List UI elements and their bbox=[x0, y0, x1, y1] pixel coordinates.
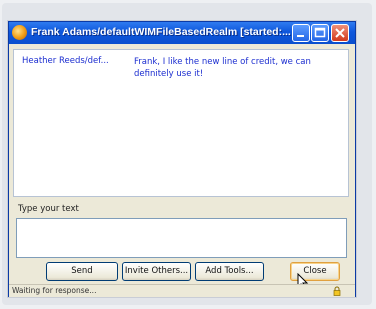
message-text: Frank, I like the new line of credit, we… bbox=[134, 57, 311, 79]
status-text: Waiting for response... bbox=[12, 286, 97, 295]
chat-window: Frank Adams/defaultWIMFileBasedRealm [st… bbox=[8, 21, 356, 297]
message-sender: Heather Reeds/def... bbox=[22, 56, 109, 66]
message-input[interactable] bbox=[16, 218, 347, 258]
title-bar[interactable]: Frank Adams/defaultWIMFileBasedRealm [st… bbox=[9, 22, 355, 44]
minimize-button[interactable] bbox=[292, 24, 310, 42]
close-window-button[interactable] bbox=[331, 24, 349, 42]
chat-app-icon bbox=[12, 25, 27, 40]
send-button[interactable]: Send bbox=[46, 262, 118, 281]
lock-icon bbox=[333, 286, 341, 296]
window-title: Frank Adams/defaultWIMFileBasedRealm [st… bbox=[31, 26, 291, 38]
compose-label: Type your text bbox=[18, 204, 79, 214]
close-icon bbox=[335, 28, 345, 38]
invite-others-button[interactable]: Invite Others... bbox=[122, 262, 191, 281]
add-tools-button[interactable]: Add Tools... bbox=[195, 262, 264, 281]
chat-transcript[interactable]: Heather Reeds/def... Frank, I like the n… bbox=[13, 49, 349, 197]
maximize-button[interactable] bbox=[311, 24, 329, 42]
status-bar: Waiting for response... bbox=[9, 284, 355, 297]
maximize-icon bbox=[314, 27, 326, 38]
minimize-icon bbox=[297, 35, 304, 37]
